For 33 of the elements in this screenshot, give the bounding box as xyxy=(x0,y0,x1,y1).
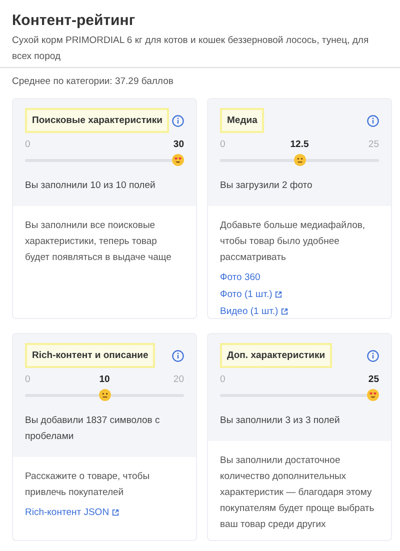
category-average: Среднее по категории: 37.29 баллов xyxy=(11,75,174,87)
status-text: Вы заполнили 3 из 3 полей xyxy=(220,414,341,428)
media-link[interactable]: Фото 360 xyxy=(220,269,260,286)
scale-min: 0 xyxy=(220,139,226,150)
page-title: Контент-рейтинг xyxy=(12,12,136,29)
card-title: Медиа xyxy=(220,108,264,133)
scale-min: 0 xyxy=(220,374,226,385)
score-value: 10 xyxy=(99,374,110,385)
scale-max: 25 xyxy=(368,139,379,150)
info-icon[interactable] xyxy=(367,114,379,126)
advice-text: Вы заполнили все поисковые характеристики, теперь товар будет появляться в выдаче чаще xyxy=(25,219,172,265)
scale-max: 20 xyxy=(173,374,184,385)
info-icon[interactable] xyxy=(172,350,184,362)
scale-min: 0 xyxy=(25,139,30,150)
media-link[interactable]: Видео (1 шт.) xyxy=(220,303,288,318)
advice-text: Вы заполнили достаточное количество дополнительных характеристик — благодаря этому покупателям будет проще выбрать ваш товар среди других xyxy=(220,454,376,532)
status-text: Вы заполнили 10 из 10 полей xyxy=(25,179,156,193)
score-value: 30 xyxy=(173,139,184,150)
media-link[interactable]: Фото (1 шт.) xyxy=(220,286,282,303)
score-value: 25 xyxy=(368,374,379,385)
info-icon[interactable] xyxy=(367,350,379,362)
card-title: Доп. характеристики xyxy=(220,343,332,368)
status-text: Вы загрузили 2 фото xyxy=(220,179,314,193)
scale-min: 0 xyxy=(25,374,30,385)
advice-text: Добавьте больше медиафайлов, чтобы товар было удобнее рассматривать xyxy=(220,219,366,265)
media-link[interactable]: Rich-контент JSON xyxy=(25,504,120,521)
advice-text: Расскажите о товаре, чтобы привлечь покупателей xyxy=(25,470,151,500)
card-title: Поисковые характеристики xyxy=(25,108,170,133)
card-title: Rich-контент и описание xyxy=(25,343,156,368)
info-icon[interactable] xyxy=(172,114,184,126)
score-value: 12.5 xyxy=(290,139,309,150)
status-text: Вы добавили 1837 символов с пробелами xyxy=(25,414,161,444)
product-name: Сухой корм PRIMORDIAL 6 кг для котов и кошек беззерновой лосось, тунец, для всех пород xyxy=(12,34,370,64)
